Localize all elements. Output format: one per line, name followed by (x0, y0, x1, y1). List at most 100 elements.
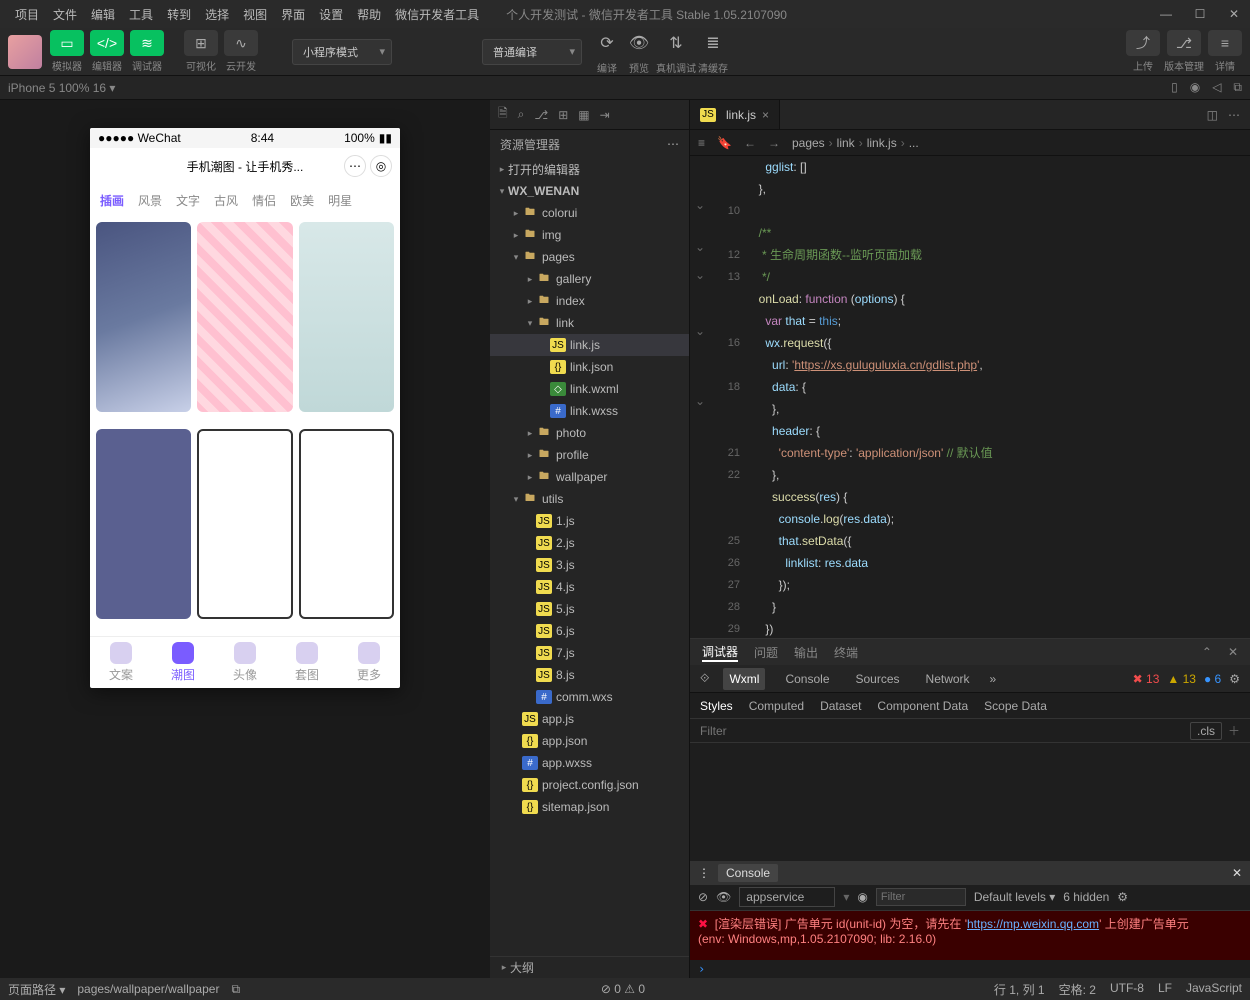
tree-item-link.js[interactable]: JSlink.js (490, 334, 689, 356)
调试器-button[interactable]: ≋ (130, 30, 164, 56)
close-icon[interactable]: ✕ (1228, 645, 1238, 659)
wallpaper-item[interactable] (197, 429, 292, 619)
tree-item-7.js[interactable]: JS7.js (490, 642, 689, 664)
compile-select[interactable]: 普通编译 (482, 39, 582, 65)
tree-item-8.js[interactable]: JS8.js (490, 664, 689, 686)
styles-tab-Computed[interactable]: Computed (749, 699, 804, 713)
wallpaper-item[interactable] (197, 222, 292, 412)
warn-badge[interactable]: ▲ 13 (1167, 672, 1196, 686)
status-counters[interactable]: ⊘ 0 ⚠ 0 (601, 982, 645, 996)
styles-tab-Component Data[interactable]: Component Data (877, 699, 968, 713)
tree-item-app.json[interactable]: {}app.json (490, 730, 689, 752)
tree-item-sitemap.json[interactable]: {}sitemap.json (490, 796, 689, 818)
styles-tab-Dataset[interactable]: Dataset (820, 699, 861, 713)
minimize-button[interactable]: ― (1158, 7, 1174, 21)
copy-icon[interactable]: ⧉ (1233, 80, 1242, 95)
search-icon[interactable]: ⌕ (518, 107, 525, 122)
cls-button[interactable]: .cls (1190, 722, 1222, 740)
info-badge[interactable]: ● 6 (1204, 672, 1221, 686)
list-icon[interactable]: ≡ (698, 136, 705, 150)
编译-button[interactable]: ⟳ (592, 28, 622, 58)
真机调试-button[interactable]: ⇅ (661, 28, 691, 58)
menu-文件[interactable]: 文件 (46, 6, 84, 23)
tree-item-profile[interactable]: ▸🖿profile (490, 444, 689, 466)
live-icon[interactable]: ◉ (857, 890, 867, 904)
tree-item-utils[interactable]: ▾🖿utils (490, 488, 689, 510)
settings-icon[interactable]: ⚙ (1229, 672, 1240, 686)
menu-微信开发者工具[interactable]: 微信开发者工具 (388, 6, 486, 23)
back-icon[interactable]: ◁ (1212, 80, 1221, 95)
tree-item-wallpaper[interactable]: ▸🖿wallpaper (490, 466, 689, 488)
copy-path-icon[interactable]: ⧉ (231, 982, 240, 997)
tree-item-app.js[interactable]: JSapp.js (490, 708, 689, 730)
console-close-icon[interactable]: ✕ (1232, 866, 1242, 880)
category-tab[interactable]: 风景 (138, 192, 162, 209)
page-path-label[interactable]: 页面路径 ▾ (8, 981, 65, 998)
breadcrumb[interactable]: pages›link›link.js›... (792, 136, 919, 150)
console-filter-input[interactable] (876, 888, 966, 906)
menu-选择[interactable]: 选择 (198, 6, 236, 23)
tree-item-3.js[interactable]: JS3.js (490, 554, 689, 576)
wallpaper-item[interactable] (299, 222, 394, 412)
nav-头像[interactable]: 头像 (214, 637, 276, 688)
tree-item-6.js[interactable]: JS6.js (490, 620, 689, 642)
device-icon[interactable]: ▯ (1171, 80, 1178, 95)
tree-item-link.wxss[interactable]: #link.wxss (490, 400, 689, 422)
nav-文案[interactable]: 文案 (90, 637, 152, 688)
tree-item-5.js[interactable]: JS5.js (490, 598, 689, 620)
dbg-tab-调试器[interactable]: 调试器 (702, 643, 738, 662)
tree-item-colorui[interactable]: ▸🖿colorui (490, 202, 689, 224)
editor-tab[interactable]: JS link.js × (690, 100, 780, 129)
menu-项目[interactable]: 项目 (8, 6, 46, 23)
avatar[interactable] (8, 35, 42, 69)
collapse-icon[interactable]: ⌃ (1202, 645, 1212, 659)
console-prompt[interactable]: › (690, 960, 1250, 978)
code-editor[interactable]: ⌄⌄⌄⌄⌄ 10 1213 16 18 2122 2526272829 ggli… (690, 156, 1250, 638)
status-item[interactable]: UTF-8 (1110, 981, 1144, 998)
category-tab[interactable]: 插画 (100, 192, 124, 209)
tree-item-WX_WENAN[interactable]: ▾WX_WENAN (490, 180, 689, 202)
hidden-count[interactable]: 6 hidden (1063, 890, 1109, 904)
devtool-Console[interactable]: Console (779, 668, 835, 690)
tree-item-gallery[interactable]: ▸🖿gallery (490, 268, 689, 290)
record-icon[interactable]: ◉ (1190, 80, 1200, 95)
编辑器-button[interactable]: </> (90, 30, 124, 56)
tree-item-pages[interactable]: ▾🖿pages (490, 246, 689, 268)
status-item[interactable]: JavaScript (1186, 981, 1242, 998)
console-tab[interactable]: Console (718, 864, 778, 882)
devtool-Network[interactable]: Network (920, 668, 976, 690)
console-toggle-icon[interactable]: ⋮ (698, 866, 710, 880)
category-tab[interactable]: 明星 (328, 192, 352, 209)
menu-视图[interactable]: 视图 (236, 6, 274, 23)
nav-潮图[interactable]: 潮图 (152, 637, 214, 688)
styles-tab-Scope Data[interactable]: Scope Data (984, 699, 1047, 713)
tree-item-project.config.json[interactable]: {}project.config.json (490, 774, 689, 796)
tree-item-comm.wxs[interactable]: #comm.wxs (490, 686, 689, 708)
dbg-tab-终端[interactable]: 终端 (834, 644, 858, 661)
maximize-button[interactable]: ☐ (1192, 7, 1208, 21)
menu-界面[interactable]: 界面 (274, 6, 312, 23)
explorer-more-icon[interactable]: ⋯ (667, 137, 679, 151)
tree-item-link.wxml[interactable]: ◇link.wxml (490, 378, 689, 400)
nav-更多[interactable]: 更多 (338, 637, 400, 688)
devtool-Sources[interactable]: Sources (850, 668, 906, 690)
tree-item-打开的编辑器[interactable]: ▸打开的编辑器 (490, 158, 689, 180)
wallpaper-item[interactable] (96, 429, 191, 619)
context-select[interactable]: appservice (739, 887, 835, 907)
bookmark-icon[interactable]: 🔖 (717, 136, 732, 150)
清缓存-button[interactable]: ≣ (698, 28, 728, 58)
more-icon[interactable]: ⇥ (600, 108, 610, 122)
status-item[interactable]: 行 1, 列 1 (994, 981, 1045, 998)
inspect-icon[interactable]: ⟐ (700, 671, 709, 686)
menu-帮助[interactable]: 帮助 (350, 6, 388, 23)
tree-item-4.js[interactable]: JS4.js (490, 576, 689, 598)
模拟器-button[interactable]: ▭ (50, 30, 84, 56)
page-path[interactable]: pages/wallpaper/wallpaper (77, 982, 219, 996)
more-icon[interactable]: ⋯ (1228, 108, 1240, 122)
device-select[interactable]: iPhone 5 100% 16 ▾ (8, 81, 115, 95)
styles-tab-Styles[interactable]: Styles (700, 699, 733, 713)
split-icon[interactable]: ◫ (1207, 108, 1218, 122)
nav-套图[interactable]: 套图 (276, 637, 338, 688)
tree-item-link[interactable]: ▾🖿link (490, 312, 689, 334)
云开发-button[interactable]: ∿ (224, 30, 258, 56)
